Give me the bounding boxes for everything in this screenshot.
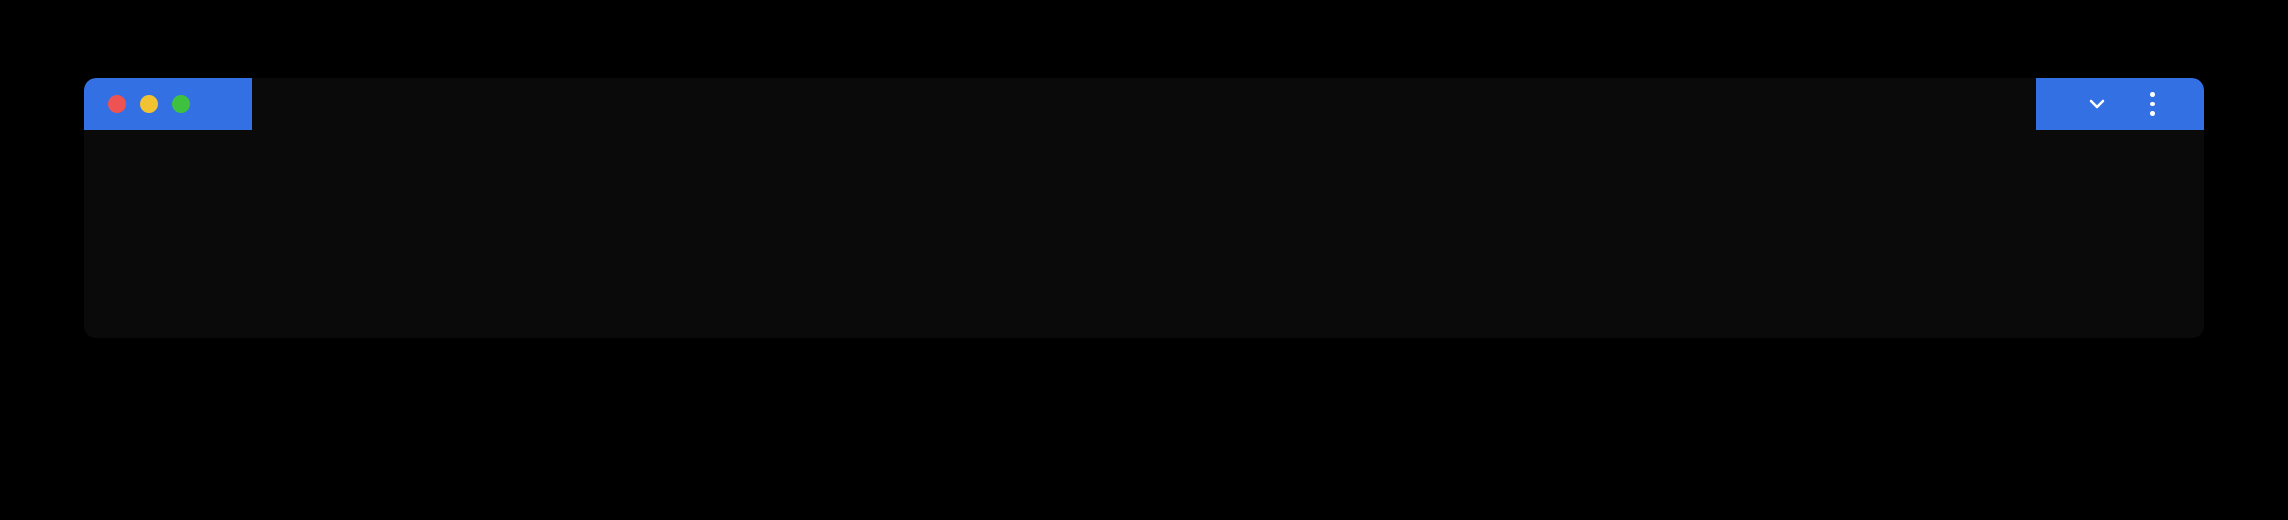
dot: [2150, 102, 2155, 107]
dot: [2150, 92, 2155, 97]
maximize-button[interactable]: [172, 95, 190, 113]
window-body: [84, 78, 2204, 338]
traffic-lights-bar: [84, 78, 252, 130]
more-vertical-icon[interactable]: [2149, 92, 2155, 116]
close-button[interactable]: [108, 95, 126, 113]
chevron-down-icon[interactable]: [2085, 92, 2109, 116]
terminal-window: [84, 78, 2204, 338]
window-controls-bar: [2036, 78, 2204, 130]
dot: [2150, 111, 2155, 116]
minimize-button[interactable]: [140, 95, 158, 113]
